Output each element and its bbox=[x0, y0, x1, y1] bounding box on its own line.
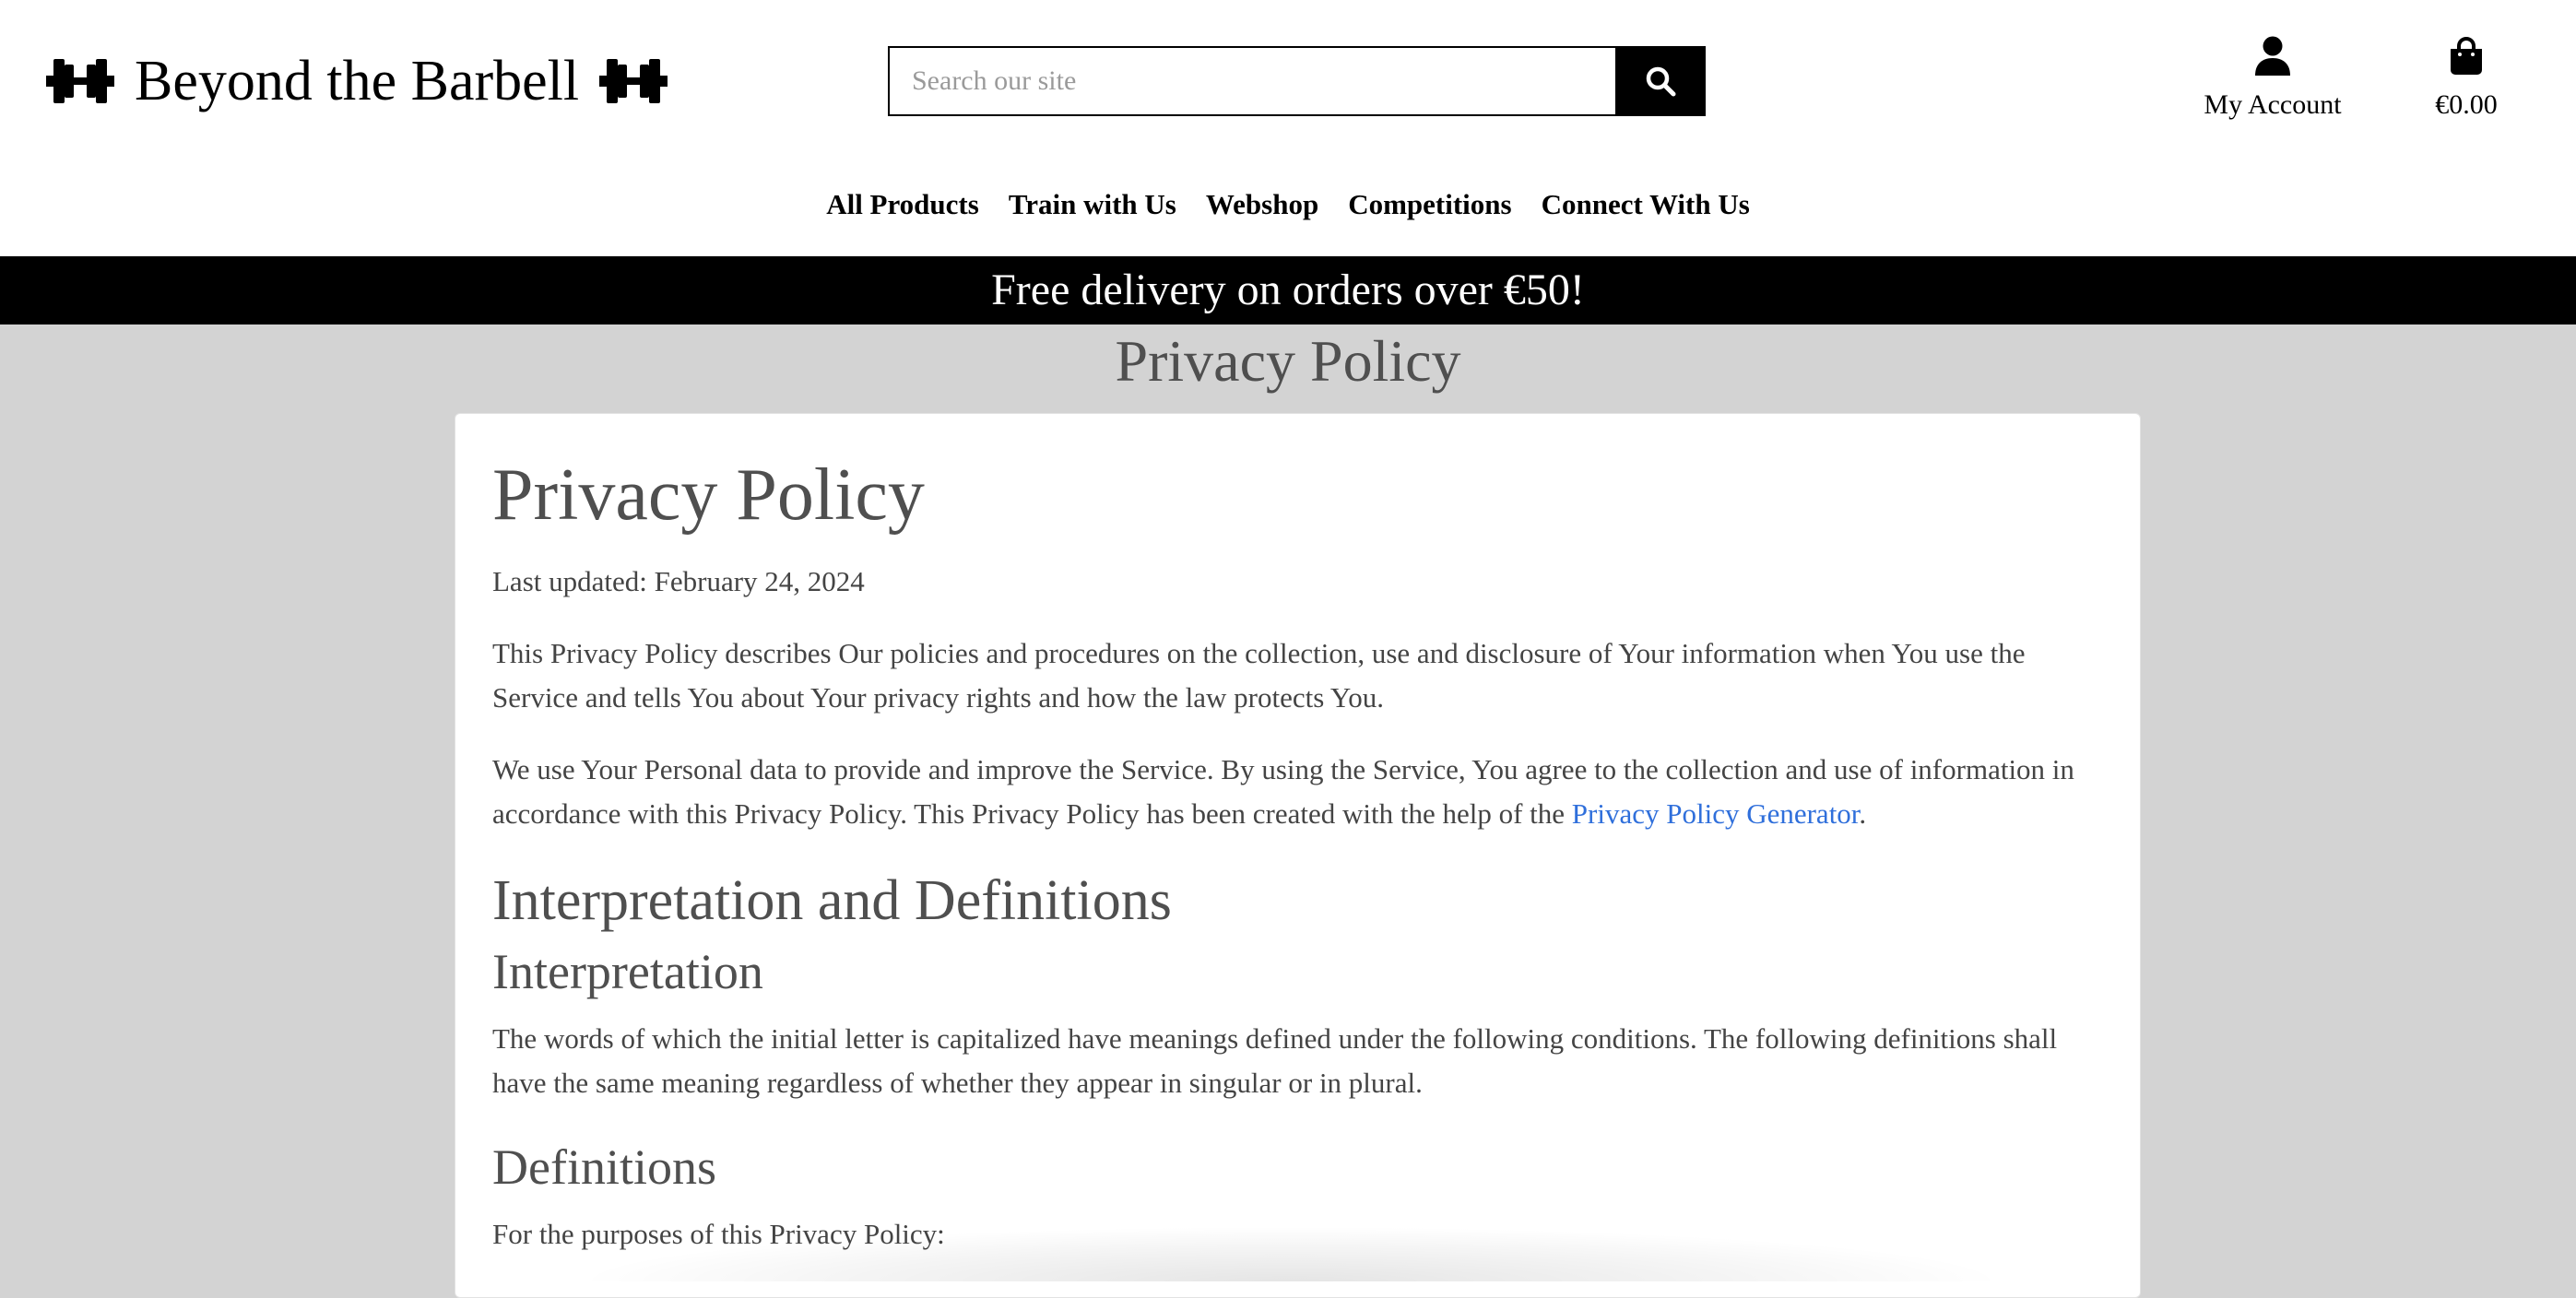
interpretation-paragraph: The words of which the initial letter is… bbox=[492, 1022, 2058, 1099]
search-icon bbox=[1646, 66, 1676, 97]
my-account-link[interactable]: My Account bbox=[2185, 33, 2360, 124]
policy-content-card: Privacy Policy Last updated: February 24… bbox=[455, 413, 2141, 1298]
search-form bbox=[888, 46, 1706, 116]
my-account-label: My Account bbox=[2204, 89, 2342, 120]
delivery-banner: Free delivery on orders over €50! bbox=[0, 256, 2576, 324]
nav-item-train-with-us[interactable]: Train with Us bbox=[1009, 181, 1176, 229]
nav-item-all-products[interactable]: All Products bbox=[826, 181, 979, 229]
page-title: Privacy Policy bbox=[1115, 328, 1461, 394]
last-updated-text: Last updated: February 24, 2024 bbox=[492, 565, 865, 597]
site-header: Beyond the Barbell My Account bbox=[0, 0, 2576, 256]
search-input[interactable] bbox=[888, 46, 1615, 116]
brand-name: Beyond the Barbell bbox=[135, 50, 580, 112]
usage-text-end: . bbox=[1859, 797, 1867, 830]
policy-intro-paragraph: This Privacy Policy describes Our polici… bbox=[492, 637, 2026, 714]
cart-total: €0.00 bbox=[2435, 89, 2498, 120]
main-navigation: All Products Train with Us Webshop Compe… bbox=[0, 181, 2576, 229]
nav-item-connect-with-us[interactable]: Connect With Us bbox=[1542, 181, 1750, 229]
subheading-definitions: Definitions bbox=[492, 1139, 716, 1195]
shopping-cart-link[interactable]: €0.00 bbox=[2416, 33, 2517, 124]
dumbbell-icon bbox=[46, 59, 114, 103]
shopping-bag-icon bbox=[2451, 37, 2482, 75]
policy-usage-paragraph: We use Your Personal data to provide and… bbox=[492, 748, 2103, 836]
brand-logo[interactable]: Beyond the Barbell bbox=[44, 44, 669, 118]
user-icon bbox=[2255, 36, 2290, 76]
dumbbell-icon bbox=[599, 59, 668, 103]
section-heading-interpretation-definitions: Interpretation and Definitions bbox=[492, 869, 1172, 932]
search-button[interactable] bbox=[1615, 46, 1706, 116]
nav-item-competitions[interactable]: Competitions bbox=[1348, 181, 1511, 229]
definitions-intro-paragraph: For the purposes of this Privacy Policy: bbox=[492, 1218, 945, 1250]
nav-item-webshop[interactable]: Webshop bbox=[1206, 181, 1318, 229]
subheading-interpretation: Interpretation bbox=[492, 944, 763, 999]
policy-title: Privacy Policy bbox=[492, 454, 925, 536]
privacy-policy-generator-link[interactable]: Privacy Policy Generator bbox=[1572, 797, 1860, 830]
